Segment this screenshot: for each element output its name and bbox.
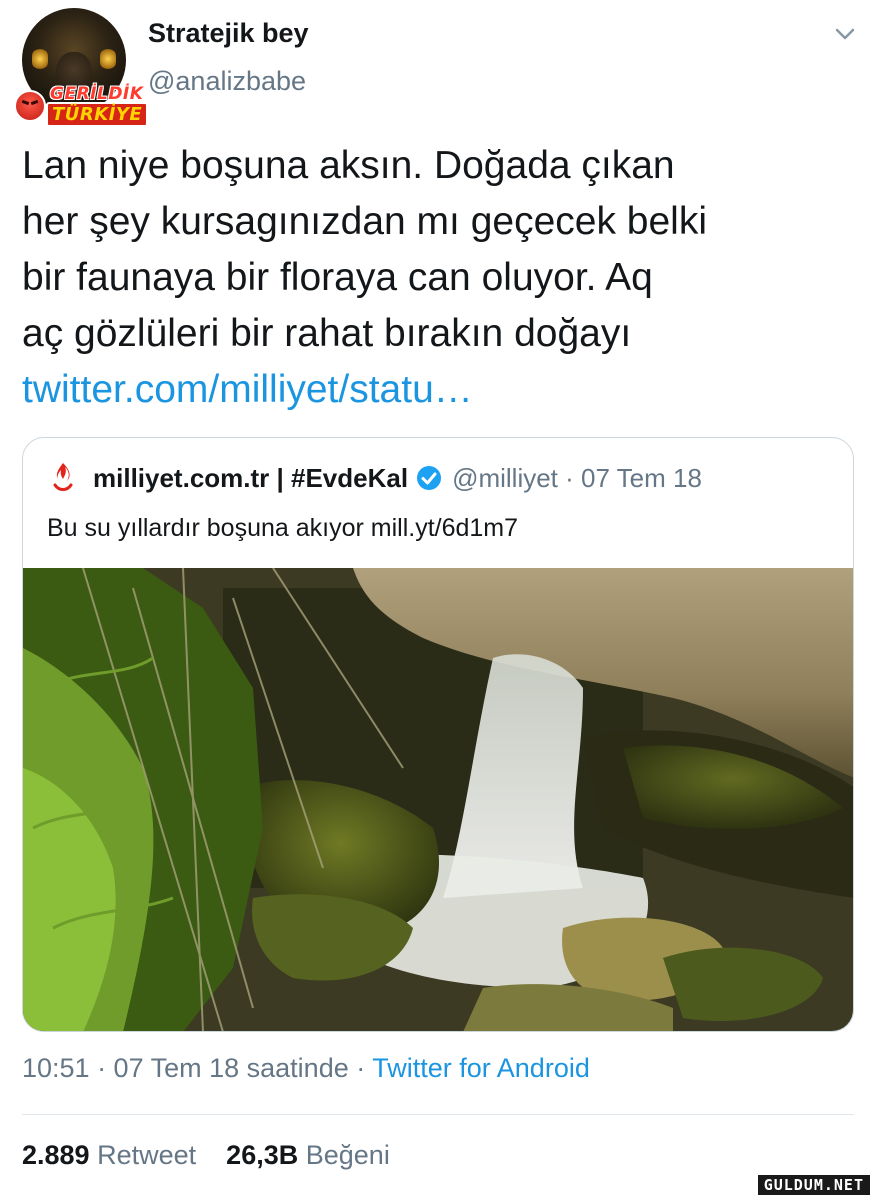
tweet-source-link[interactable]: Twitter for Android [372,1053,590,1083]
retweet-stat[interactable]: 2.889 Retweet [22,1140,196,1170]
tweet-link[interactable]: twitter.com/milliyet/statu… [22,362,842,418]
quoted-handle-date: @milliyet · 07 Tem 18 [452,462,702,493]
quoted-display-name: milliyet.com.tr | #EvdeKal [93,462,409,493]
tweet-text-line: her şey kursagınızdan mı geçecek belki [22,200,708,243]
watermark: GULDUM.NET [756,1174,871,1196]
tweet-text-line: bir faunaya bir floraya can oluyor. Aq [22,256,653,299]
user-handle[interactable]: @analizbabe [148,66,306,97]
like-stat[interactable]: 26,3B Beğeni [226,1140,390,1170]
divider [22,1114,854,1115]
tweet-text-line: Lan niye boşuna aksın. Doğada çıkan [22,144,675,187]
like-label: Beğeni [305,1140,390,1170]
like-count: 26,3B [226,1140,299,1170]
tweet-stats: 2.889 Retweet 26,3B Beğeni [22,1140,390,1171]
quoted-tweet[interactable]: milliyet.com.tr | #EvdeKal @milliyet · 0… [22,437,854,1032]
angry-face-icon [14,90,46,122]
avatar-badge: GERİLDİK TÜRKİYE [10,84,149,128]
quoted-tweet-text: Bu su yıllardır boşuna akıyor mill.yt/6d… [47,514,519,542]
tweet-text: Lan niye boşuna aksın. Doğada çıkan her … [22,138,842,418]
quoted-tweet-header: milliyet.com.tr | #EvdeKal @milliyet · 0… [49,460,702,496]
chevron-down-icon[interactable] [834,26,856,42]
tweet-timestamp-source: 10:51 · 07 Tem 18 saatinde · Twitter for… [22,1053,590,1084]
waterfall-photo[interactable] [23,568,854,1032]
milliyet-logo-icon [53,463,73,491]
lamp-icon [100,48,116,70]
retweet-label: Retweet [97,1140,197,1170]
badge-top-text: GERİLDİK [50,84,144,104]
badge-bottom-text: TÜRKİYE [46,102,149,127]
tweet-text-line: aç gözlüleri bir rahat bırakın doğayı [22,312,632,355]
lamp-icon [32,48,48,70]
verified-badge-icon [417,466,442,490]
retweet-count: 2.889 [22,1140,90,1170]
tweet-timestamp[interactable]: 10:51 · 07 Tem 18 saatinde · [22,1053,372,1083]
display-name[interactable]: Stratejik bey [148,18,309,49]
